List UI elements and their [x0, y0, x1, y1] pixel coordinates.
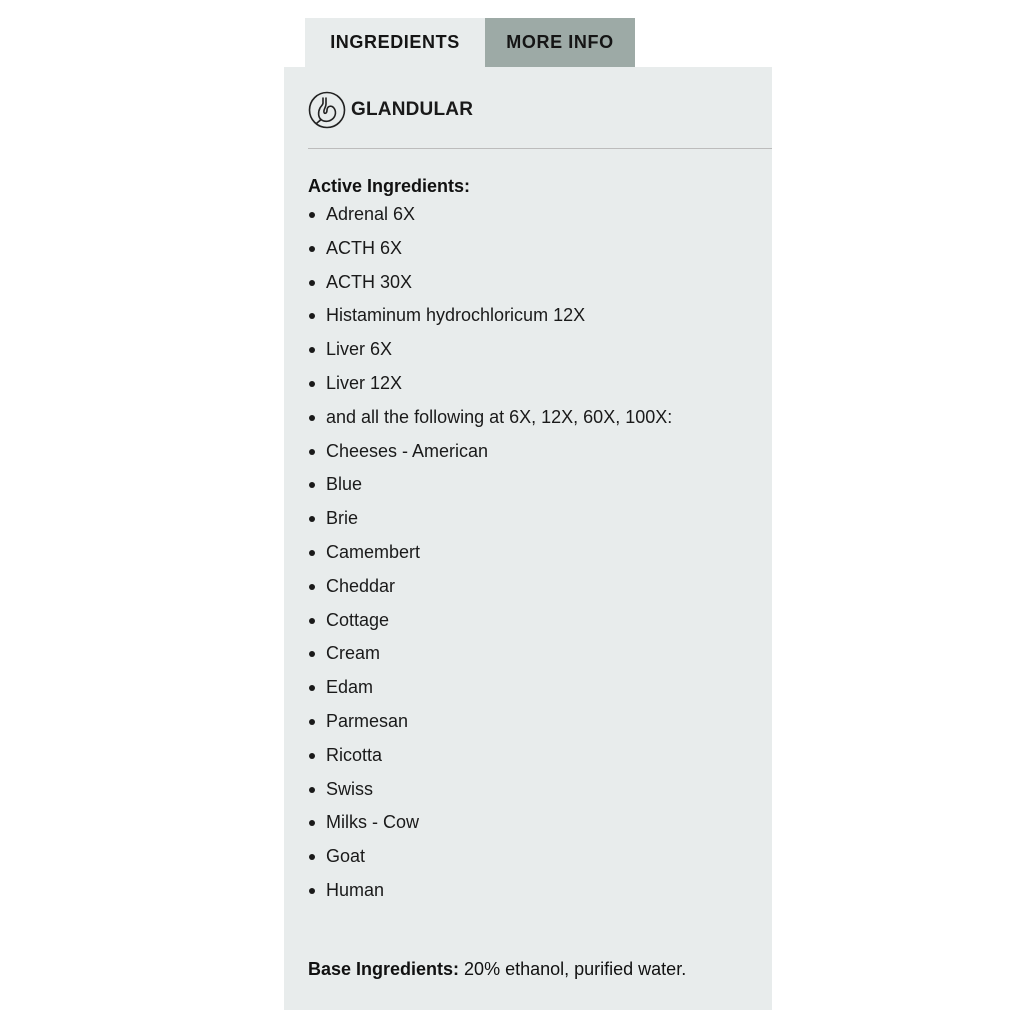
- tab-more-info[interactable]: MORE INFO: [485, 18, 635, 67]
- ingredients-panel: GLANDULAR Active Ingredients: Adrenal 6X…: [284, 67, 772, 1010]
- list-item: Cheddar: [308, 570, 672, 604]
- stomach-icon: [308, 91, 346, 129]
- tab-ingredients[interactable]: INGREDIENTS: [305, 18, 485, 67]
- bullet-icon: [309, 347, 315, 354]
- list-item: Goat: [308, 840, 672, 874]
- bullet-icon: [309, 718, 315, 725]
- list-item: Cream: [308, 637, 672, 671]
- list-item: and all the following at 6X, 12X, 60X, 1…: [308, 401, 672, 435]
- bullet-icon: [309, 854, 315, 861]
- bullet-icon: [309, 414, 315, 421]
- bullet-icon: [309, 448, 315, 455]
- category-label: GLANDULAR: [351, 99, 474, 120]
- list-item: Liver 6X: [308, 333, 672, 367]
- bullet-icon: [309, 617, 315, 624]
- list-item: ACTH 30X: [308, 266, 672, 300]
- list-item: Adrenal 6X: [308, 198, 672, 232]
- category-header: GLANDULAR: [308, 91, 473, 129]
- bullet-icon: [309, 516, 315, 523]
- list-item: Ricotta: [308, 739, 672, 773]
- bullet-icon: [309, 380, 315, 387]
- list-item: Brie: [308, 502, 672, 536]
- bullet-icon: [309, 549, 315, 556]
- list-item: Parmesan: [308, 705, 672, 739]
- list-item: Cheeses - American: [308, 435, 672, 469]
- base-ingredients-value: 20% ethanol, purified water.: [459, 959, 687, 979]
- list-item: Human: [308, 874, 672, 908]
- list-item: Swiss: [308, 773, 672, 807]
- divider: [308, 148, 772, 149]
- tab-bar: INGREDIENTS MORE INFO: [305, 18, 635, 67]
- active-ingredients-heading: Active Ingredients:: [308, 176, 471, 196]
- bullet-icon: [309, 245, 315, 252]
- list-item: Edam: [308, 671, 672, 705]
- list-item: Liver 12X: [308, 367, 672, 401]
- list-item: Cottage: [308, 604, 672, 638]
- list-item: Histaminum hydrochloricum 12X: [308, 299, 672, 333]
- bullet-icon: [309, 685, 315, 692]
- bullet-icon: [309, 279, 315, 286]
- list-item: Camembert: [308, 536, 672, 570]
- bullet-icon: [309, 482, 315, 489]
- bullet-icon: [309, 752, 315, 759]
- list-item: Milks - Cow: [308, 806, 672, 840]
- list-item: Blue: [308, 468, 672, 502]
- bullet-icon: [309, 583, 315, 590]
- base-ingredients-label: Base Ingredients:: [308, 959, 460, 979]
- bullet-icon: [309, 651, 315, 658]
- list-item: ACTH 6X: [308, 232, 672, 266]
- ingredient-list: Adrenal 6X ACTH 6X ACTH 30X Histaminum h…: [308, 198, 672, 908]
- bullet-icon: [309, 212, 315, 218]
- bullet-icon: [309, 313, 315, 320]
- base-ingredients: Base Ingredients: 20% ethanol, purified …: [308, 959, 686, 980]
- bullet-icon: [309, 887, 315, 894]
- bullet-icon: [309, 820, 315, 827]
- bullet-icon: [309, 786, 315, 793]
